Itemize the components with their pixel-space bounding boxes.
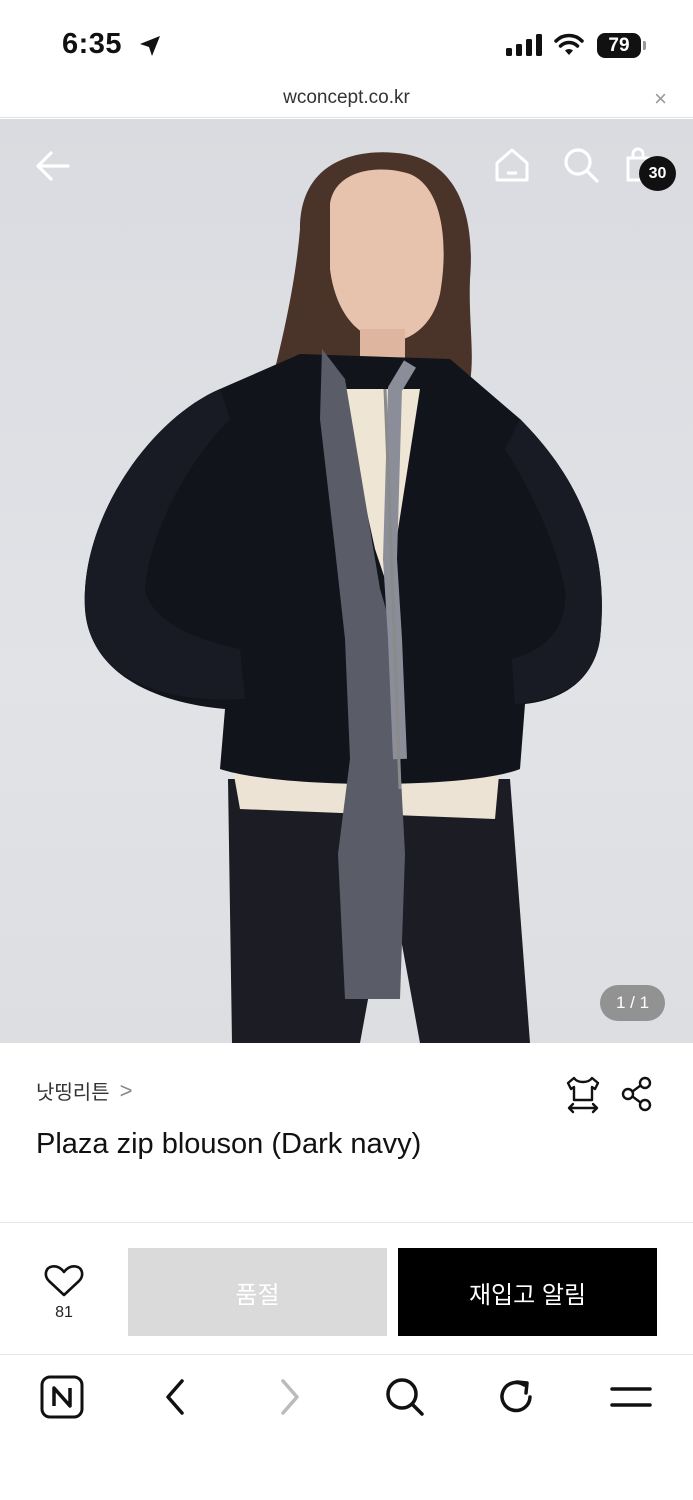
heart-icon[interactable] <box>44 1264 84 1298</box>
cart-count-badge: 30 <box>639 156 676 191</box>
search-icon[interactable] <box>562 146 600 184</box>
sold-out-button[interactable]: 품절 <box>128 1248 387 1336</box>
divider <box>0 1222 693 1223</box>
share-icon[interactable] <box>620 1076 654 1112</box>
back-chevron-icon[interactable] <box>160 1375 190 1419</box>
back-arrow-icon[interactable] <box>34 147 72 185</box>
chevron-right-icon: > <box>119 1077 133 1103</box>
brand-link[interactable]: 낫띵리튼 > <box>36 1076 132 1105</box>
battery-tip <box>643 41 646 50</box>
address-bar[interactable]: wconcept.co.kr × <box>0 84 693 118</box>
browser-toolbar <box>0 1355 693 1500</box>
menu-icon[interactable] <box>610 1375 652 1419</box>
product-image[interactable]: 30 1 / 1 <box>0 119 693 1043</box>
home-icon[interactable] <box>493 146 531 184</box>
naver-n-icon[interactable] <box>40 1375 84 1419</box>
refresh-icon[interactable] <box>497 1375 537 1419</box>
image-counter: 1 / 1 <box>600 985 665 1021</box>
status-time: 6:35 <box>62 28 123 60</box>
restock-alert-button[interactable]: 재입고 알림 <box>398 1248 657 1336</box>
wishlist-count: 81 <box>55 1304 73 1321</box>
size-guide-icon[interactable] <box>564 1074 602 1114</box>
wifi-icon <box>554 33 584 55</box>
cellular-signal-icon <box>506 34 542 56</box>
brand-name[interactable]: 낫띵리튼 <box>36 1076 110 1105</box>
battery-indicator: 79 <box>597 33 641 58</box>
url-text[interactable]: wconcept.co.kr <box>0 87 693 109</box>
product-photo <box>84 152 602 1043</box>
search-icon[interactable] <box>384 1375 426 1419</box>
forward-chevron-icon <box>281 1379 299 1415</box>
close-icon[interactable]: × <box>654 86 667 112</box>
status-bar: 6:35 79 <box>0 0 693 84</box>
location-arrow-icon <box>140 36 160 56</box>
product-title: Plaza zip blouson (Dark navy) <box>36 1128 422 1160</box>
